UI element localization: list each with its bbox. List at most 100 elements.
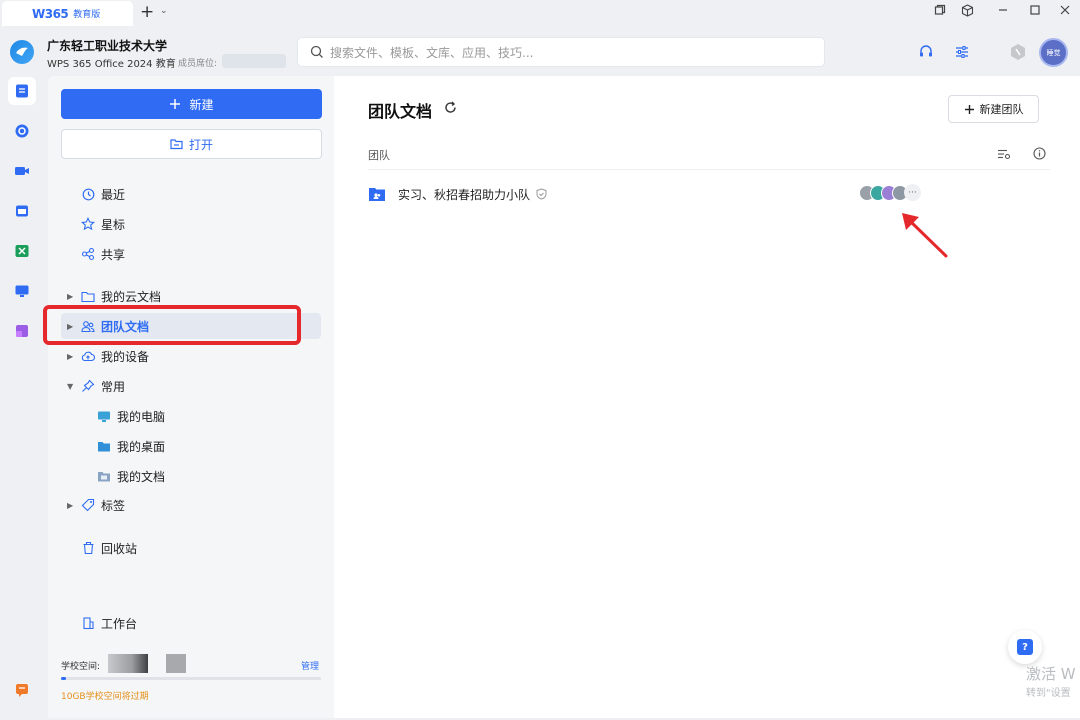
- storage-total-redacted: [166, 654, 186, 673]
- manage-link[interactable]: 管理: [301, 659, 319, 672]
- product-name: WPS 365 Office 2024 教育: [47, 59, 176, 70]
- rail-calendar-icon[interactable]: [8, 197, 36, 225]
- sidebar-item-workbench[interactable]: 工作台: [61, 610, 321, 636]
- organization-name[interactable]: 广东轻工职业技术大学: [47, 37, 167, 54]
- new-team-label: 新建团队: [979, 103, 1024, 116]
- sidebar-item-recent[interactable]: 最近: [61, 181, 321, 207]
- rail-meeting-icon[interactable]: [8, 157, 36, 185]
- settings-sliders-icon[interactable]: [952, 42, 972, 62]
- rail-apps-icon[interactable]: [8, 317, 36, 345]
- open-button-label: 打开: [188, 137, 213, 152]
- team-members-avatars[interactable]: ···: [859, 184, 921, 201]
- rail-docs-icon[interactable]: [8, 77, 36, 105]
- storage-label: 学校空间:: [61, 662, 101, 672]
- sidebar-item-label: 星标: [101, 217, 126, 232]
- new-button[interactable]: 新建: [61, 89, 322, 119]
- collapse-caret-icon[interactable]: ▼: [67, 382, 79, 391]
- w365-logo: W365: [32, 6, 69, 21]
- app-header: 广东轻工职业技术大学 WPS 365 Office 2024 教育 成员席位: …: [0, 26, 1080, 76]
- team-folder-icon: [369, 188, 385, 201]
- sidebar-item-label: 工作台: [101, 616, 138, 631]
- pin-icon: [79, 377, 97, 395]
- activation-watermark-sub: 转到"设置: [1026, 688, 1071, 699]
- new-tab-button[interactable]: +: [140, 3, 154, 21]
- title-bar: W365 教育版 + ⌄: [0, 0, 1080, 26]
- restore-windows-icon[interactable]: [931, 4, 949, 21]
- team-name: 实习、秋招春招助力小队: [398, 187, 531, 202]
- tag-icon: [79, 496, 97, 514]
- headset-icon[interactable]: [916, 42, 936, 62]
- expand-caret-icon[interactable]: ▶: [67, 292, 79, 301]
- header-divider: [368, 169, 1050, 170]
- plus-icon: [964, 104, 974, 114]
- expand-caret-icon[interactable]: ▶: [67, 352, 79, 361]
- rail-monitor-icon[interactable]: [8, 277, 36, 305]
- sidebar-item-my-computer[interactable]: 我的电脑: [61, 403, 321, 429]
- tab-list-chevron-icon[interactable]: ⌄: [160, 6, 168, 16]
- new-team-button[interactable]: 新建团队: [948, 95, 1039, 123]
- open-button[interactable]: 打开: [61, 129, 322, 159]
- sidebar-item-label: 我的设备: [101, 349, 150, 364]
- clock-icon: [79, 185, 97, 203]
- sidebar-item-label: 标签: [101, 498, 126, 513]
- close-icon[interactable]: [1056, 4, 1074, 21]
- sidebar-item-common[interactable]: ▼ 常用: [61, 373, 321, 399]
- sidebar-item-starred[interactable]: 星标: [61, 211, 321, 237]
- sidebar-item-label: 共享: [101, 247, 126, 262]
- share-icon: [79, 245, 97, 263]
- sort-settings-icon[interactable]: [997, 148, 1011, 163]
- sidebar-item-shared[interactable]: 共享: [61, 241, 321, 267]
- seat-value-redacted: [222, 54, 286, 68]
- seat-label: 成员席位:: [178, 59, 218, 69]
- main-panel: 团队文档 新建团队 团队 实习、秋招春招助力小队 ··· ? 激活 W 转到"设…: [334, 76, 1080, 718]
- badge-hexagon-icon[interactable]: [1008, 42, 1028, 62]
- rail-clock-icon[interactable]: [8, 117, 36, 145]
- team-column-header: 团队: [368, 149, 390, 162]
- search-icon: [310, 45, 323, 58]
- folder-icon: [79, 287, 97, 305]
- computer-icon: [95, 407, 113, 425]
- sidebar-item-label: 我的文档: [117, 469, 166, 484]
- trash-icon: [79, 539, 97, 557]
- sidebar-item-label: 我的云文档: [101, 289, 162, 304]
- team-row[interactable]: 实习、秋招春招助力小队: [368, 183, 1050, 205]
- help-button[interactable]: ?: [1008, 630, 1042, 664]
- expand-caret-icon[interactable]: ▶: [67, 501, 79, 510]
- rail-message-icon[interactable]: [8, 676, 36, 704]
- more-members-button[interactable]: ···: [904, 184, 921, 201]
- cube-icon[interactable]: [958, 4, 976, 22]
- sidebar-item-my-devices[interactable]: ▶ 我的设备: [61, 343, 321, 369]
- activation-watermark: 激活 W: [1026, 665, 1076, 683]
- building-icon: [79, 614, 97, 632]
- search-placeholder: 搜索文件、模板、文库、应用、技巧...: [330, 45, 534, 60]
- storage-progress-bar: [61, 677, 321, 680]
- wps-bird-logo: [10, 40, 34, 64]
- new-button-label: 新建: [189, 97, 214, 112]
- star-icon: [79, 215, 97, 233]
- storage-expire-notice[interactable]: 10GB学校空间将过期: [61, 689, 149, 702]
- page-title: 团队文档: [368, 102, 433, 121]
- sidebar-item-tags[interactable]: ▶ 标签: [61, 492, 321, 518]
- storage-value-redacted: [108, 654, 148, 673]
- help-icon: ?: [1017, 639, 1033, 655]
- minimize-icon[interactable]: [994, 4, 1012, 21]
- sidebar-item-label: 回收站: [101, 541, 138, 556]
- info-icon[interactable]: [1033, 147, 1046, 163]
- documents-folder-icon: [95, 467, 113, 485]
- sidebar-item-my-documents[interactable]: 我的文档: [61, 463, 321, 489]
- sidebar: 新建 打开 最近 星标 共享 ▶ 我的云文档 ▶ 团队文档 ▶ 我的设备 ▼ 常…: [43, 76, 334, 718]
- refresh-icon[interactable]: [444, 101, 457, 117]
- edition-label: 教育版: [73, 10, 101, 20]
- rail-sheets-icon[interactable]: [8, 237, 36, 265]
- cloud-upload-icon: [79, 347, 97, 365]
- sidebar-item-recycle[interactable]: 回收站: [61, 535, 321, 561]
- user-avatar[interactable]: 睡觉: [1039, 38, 1068, 67]
- plus-icon: [170, 99, 181, 109]
- app-tab[interactable]: W365 教育版: [2, 1, 133, 26]
- storage-progress-fill: [61, 677, 67, 680]
- sidebar-item-label: 常用: [101, 379, 126, 394]
- sidebar-item-my-desktop[interactable]: 我的桌面: [61, 433, 321, 459]
- maximize-icon[interactable]: [1026, 4, 1044, 21]
- search-input[interactable]: 搜索文件、模板、文库、应用、技巧...: [297, 37, 825, 67]
- annotation-arrow: [902, 213, 948, 258]
